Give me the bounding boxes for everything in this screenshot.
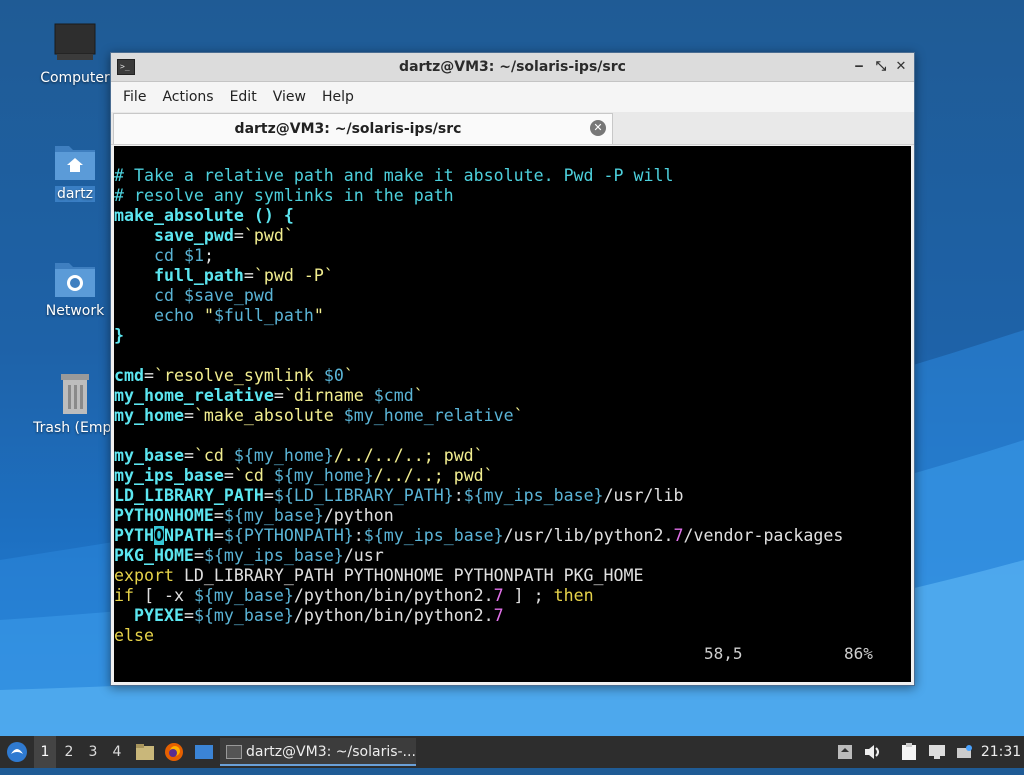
terminal-task-icon: [226, 745, 242, 759]
notification-icon: [957, 745, 972, 758]
desktop-launcher[interactable]: [192, 736, 216, 768]
desktop-icon-trash[interactable]: Trash (Empt: [27, 372, 123, 436]
tray-network[interactable]: [926, 736, 948, 768]
desktop-icon-label: Trash (Empt: [33, 420, 117, 436]
firefox-launcher[interactable]: [162, 736, 186, 768]
file-manager-launcher[interactable]: [134, 736, 156, 768]
taskbar: 1 2 3 4 dartz@VM3: ~/solaris-... 21:31: [0, 736, 1024, 768]
vim-status-line: 58,5 86%: [114, 644, 911, 664]
close-button[interactable]: ✕: [892, 58, 910, 76]
tab-bar: dartz@VM3: ~/solaris-ips/src ✕: [111, 112, 914, 145]
menu-actions[interactable]: Actions: [154, 89, 221, 105]
terminal-window: dartz@VM3: ~/solaris-ips/src ‒ ⤡ ✕ File …: [110, 52, 915, 686]
scroll-percent: 86%: [844, 644, 873, 663]
desktop-icon-label: dartz: [54, 186, 96, 202]
tray-updates[interactable]: [834, 736, 856, 768]
tray-clipboard[interactable]: [898, 736, 920, 768]
minimize-button[interactable]: ‒: [850, 58, 868, 76]
clock[interactable]: 21:31: [980, 736, 1022, 768]
desktop-icon-label: Network: [45, 303, 105, 319]
window-title: dartz@VM3: ~/solaris-ips/src: [399, 59, 626, 75]
home-folder-icon: [55, 146, 95, 180]
window-titlebar[interactable]: dartz@VM3: ~/solaris-ips/src ‒ ⤡ ✕: [111, 53, 914, 82]
menu-file[interactable]: File: [115, 89, 154, 105]
desktop-icon-computer[interactable]: Computer: [27, 22, 123, 86]
terminal-viewport[interactable]: # Take a relative path and make it absol…: [114, 146, 911, 682]
network-folder-icon: [55, 263, 95, 297]
volume-icon: [865, 745, 879, 759]
workspace-4[interactable]: 4: [106, 736, 128, 768]
desktop-icon-label: Computer: [40, 70, 110, 86]
tray-notifications[interactable]: [954, 736, 976, 768]
firefox-icon: [165, 743, 183, 761]
tab-terminal[interactable]: dartz@VM3: ~/solaris-ips/src ✕: [113, 113, 613, 144]
show-desktop-icon: [195, 745, 213, 759]
workspace-1[interactable]: 1: [34, 736, 56, 768]
task-label: dartz@VM3: ~/solaris-...: [246, 744, 416, 760]
trash-icon: [61, 374, 89, 414]
menu-view[interactable]: View: [265, 89, 314, 105]
start-menu-button[interactable]: [4, 736, 30, 768]
computer-icon: [54, 23, 96, 60]
desktop-icon-home[interactable]: dartz: [27, 140, 123, 202]
workspace-2[interactable]: 2: [58, 736, 80, 768]
tab-label: dartz@VM3: ~/solaris-ips/src: [234, 121, 462, 137]
cursor-position: 58,5: [704, 644, 743, 663]
tab-close-icon[interactable]: ✕: [590, 120, 606, 136]
workspace-3[interactable]: 3: [82, 736, 104, 768]
taskbar-task-terminal[interactable]: dartz@VM3: ~/solaris-...: [220, 738, 416, 766]
desktop-icon-network[interactable]: Network: [27, 257, 123, 319]
tray-volume[interactable]: [862, 736, 884, 768]
clipboard-icon: [902, 743, 916, 760]
updates-icon: [838, 745, 852, 759]
network-icon: [929, 745, 945, 759]
menu-help[interactable]: Help: [314, 89, 362, 105]
menu-edit[interactable]: Edit: [222, 89, 265, 105]
maximize-button[interactable]: ⤡: [872, 58, 890, 76]
app-menu-icon: [7, 742, 27, 762]
menu-bar: File Actions Edit View Help: [111, 82, 914, 112]
file-manager-icon: [136, 744, 154, 760]
terminal-content: # Take a relative path and make it absol…: [114, 166, 844, 645]
